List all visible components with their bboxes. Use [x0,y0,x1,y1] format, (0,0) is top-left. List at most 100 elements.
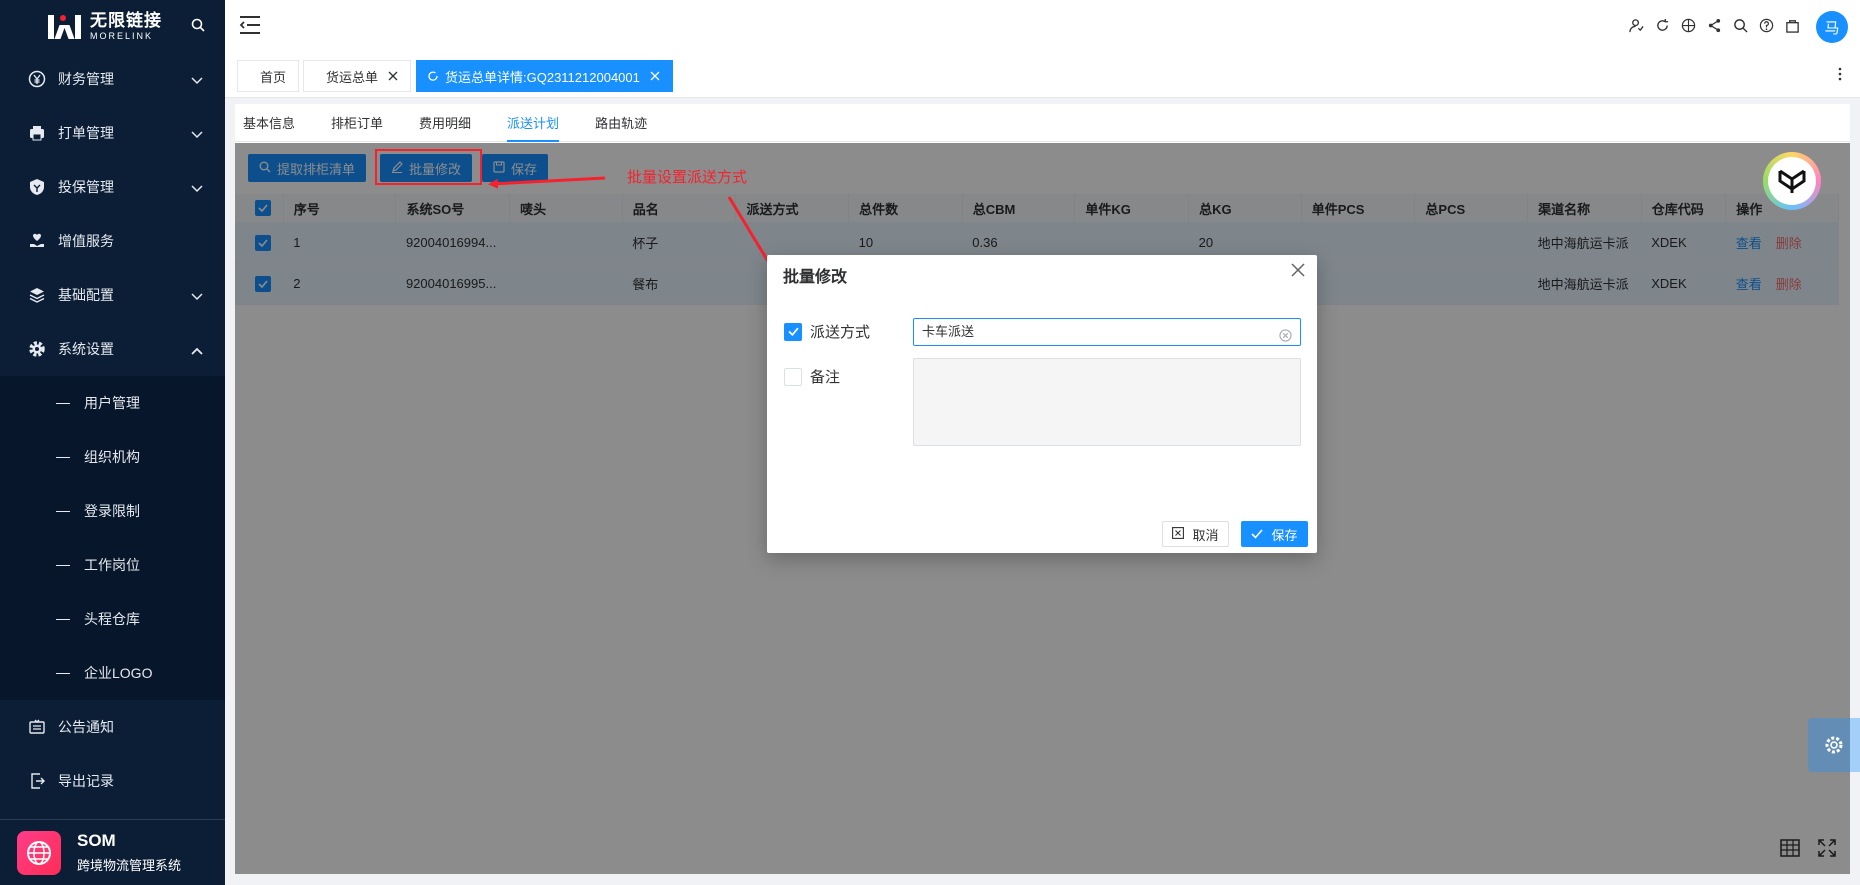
sidebar-item-label: 财务管理 [58,71,114,87]
user-switch-icon[interactable] [1628,17,1644,33]
help-icon[interactable] [1758,17,1774,33]
sidebar-item-label: 导出记录 [58,773,114,789]
heart-hand-icon [26,230,48,252]
yen-icon [26,68,48,90]
tab-route-tracking[interactable]: 路由轨迹 [595,104,665,141]
printer-icon [26,122,48,144]
sidebar-item-notice[interactable]: 公告通知 [0,700,225,754]
tab-label: 货运总单 [326,69,379,85]
sidebar-item-value-added[interactable]: 增值服务 [0,214,225,268]
sidebar-subitem-logo[interactable]: 企业LOGO [0,646,225,700]
refresh-icon[interactable] [427,70,439,82]
sidebar-item-label: 投保管理 [58,179,114,195]
top-header: 马 [225,0,1860,52]
layers-icon [26,284,48,306]
share-icon[interactable] [1706,17,1722,33]
chevron-down-icon [191,288,203,304]
tab-label: 货运总单详情:GQ2311212004001 [445,69,640,85]
delivery-method-label: 派送方式 [810,324,871,341]
cancel-button[interactable]: 取消 [1162,521,1229,547]
tab-basic-info[interactable]: 基本信息 [243,104,313,141]
close-icon[interactable] [1291,263,1305,280]
batch-edit-dialog: 批量修改 派送方式 卡车派送 备注 取消 保存 [767,255,1317,553]
delivery-method-checkbox[interactable] [784,322,802,341]
tab-freight-master[interactable]: 货运总单 [303,60,412,92]
more-vertical-icon[interactable] [1838,67,1842,84]
sidebar-subitem-label: 头程仓库 [84,611,140,627]
delivery-method-select[interactable]: 卡车派送 [913,318,1301,346]
page-tabs-bar: 首页 货运总单 货运总单详情:GQ2311212004001 [225,52,1860,98]
sidebar-subitem-label: 工作岗位 [84,557,140,573]
sidebar-item-label: 打单管理 [58,125,114,141]
user-avatar[interactable]: 马 [1816,11,1848,43]
sidebar-subitem-users[interactable]: 用户管理 [0,376,225,430]
close-square-icon [1172,526,1185,542]
sidebar-subitem-positions[interactable]: 工作岗位 [0,538,225,592]
sidebar-item-label: 基础配置 [58,287,114,303]
tab-container-orders[interactable]: 排柜订单 [331,104,401,141]
sidebar-item-label: 增值服务 [58,233,114,249]
shield-icon [26,176,48,198]
check-icon [1251,527,1264,542]
remark-checkbox[interactable] [784,367,802,386]
remark-label: 备注 [810,369,841,386]
settings-gear-icon[interactable] [1808,718,1860,772]
sidebar-item-label: 系统设置 [58,341,114,357]
button-label: 取消 [1192,527,1219,543]
tab-delivery-plan[interactable]: 派送计划 [507,104,577,142]
brand-name-cn: 无限链接 [90,10,162,30]
sidebar-subitem-login-limit[interactable]: 登录限制 [0,484,225,538]
tab-home[interactable]: 首页 [237,60,300,92]
floating-assistant-icon[interactable] [1763,152,1821,210]
brand-logo[interactable]: 无限链接 MORELINK [0,0,225,52]
sidebar: 无限链接 MORELINK 财务管理 打单管理 投保管理 增值服务 基础配置 系… [0,0,225,885]
close-icon[interactable] [388,69,398,84]
tab-freight-detail[interactable]: 货运总单详情:GQ2311212004001 [416,60,673,92]
refresh-icon[interactable] [1654,17,1670,33]
search-icon[interactable] [1732,17,1748,33]
globe-logo-icon [17,830,61,875]
export-icon [26,770,48,792]
button-label: 保存 [1271,527,1298,543]
product-info: SOM 跨境物流管理系统 [0,819,225,885]
gear-icon [26,338,48,360]
chevron-down-icon [191,126,203,142]
dialog-save-button[interactable]: 保存 [1241,521,1308,547]
sidebar-subitem-org[interactable]: 组织机构 [0,430,225,484]
sidebar-item-basic-config[interactable]: 基础配置 [0,268,225,322]
search-icon[interactable] [191,18,205,35]
product-subtitle: 跨境物流管理系统 [77,858,182,873]
delivery-method-row: 派送方式 [784,321,870,342]
menu-collapse-icon[interactable] [239,15,261,38]
tab-fee-details[interactable]: 费用明细 [419,104,489,141]
sidebar-subitem-label: 组织机构 [84,449,140,465]
sidebar-subitem-label: 登录限制 [84,503,140,519]
sidebar-item-print[interactable]: 打单管理 [0,106,225,160]
chevron-down-icon [191,72,203,88]
detail-subtabs: 基本信息 排柜订单 费用明细 派送计划 路由轨迹 [235,104,1850,142]
tab-label: 首页 [260,69,287,85]
chevron-down-icon [191,180,203,196]
remark-textarea[interactable] [913,358,1301,446]
clear-circle-icon[interactable] [1279,325,1292,351]
morelink-logo-icon [48,13,84,39]
brand-name-en: MORELINK [90,30,154,41]
globe-icon[interactable] [1680,17,1696,33]
notice-icon [26,716,48,738]
chevron-up-icon [191,342,203,358]
sidebar-item-finance[interactable]: 财务管理 [0,52,225,106]
annotation-text: 批量设置派送方式 [627,169,748,186]
system-settings-submenu: 用户管理 组织机构 登录限制 工作岗位 头程仓库 企业LOGO [0,376,225,700]
dialog-title: 批量修改 [783,269,848,286]
sidebar-subitem-label: 用户管理 [84,395,140,411]
sidebar-item-label: 公告通知 [58,719,114,735]
annotation-highlight-box [375,149,482,185]
sidebar-item-insurance[interactable]: 投保管理 [0,160,225,214]
bag-icon[interactable] [1784,17,1800,33]
close-icon[interactable] [650,69,660,84]
sidebar-subitem-warehouse[interactable]: 头程仓库 [0,592,225,646]
sidebar-item-system-settings[interactable]: 系统设置 [0,322,225,376]
delivery-method-value: 卡车派送 [922,324,975,339]
sidebar-subitem-label: 企业LOGO [84,665,153,681]
sidebar-item-export[interactable]: 导出记录 [0,754,225,808]
